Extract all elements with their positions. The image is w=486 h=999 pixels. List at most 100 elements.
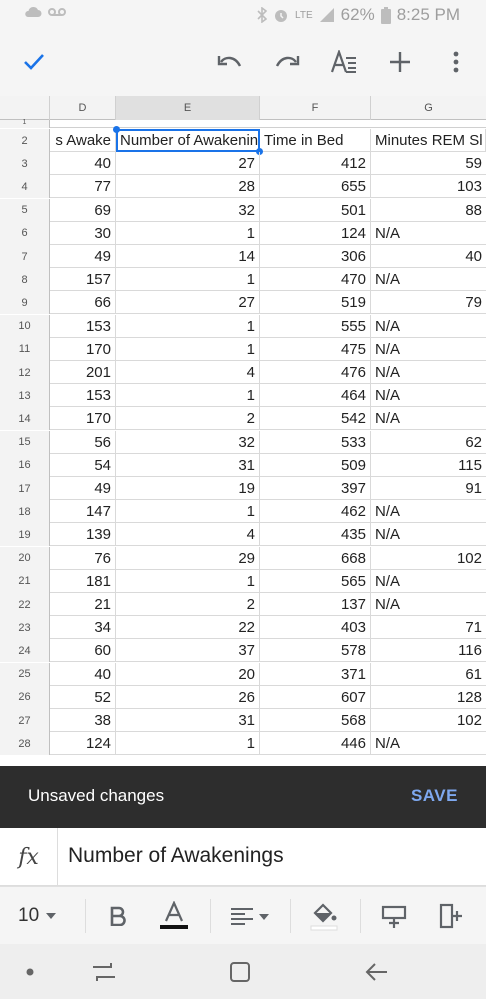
check-icon[interactable] [16, 44, 52, 80]
cell-f[interactable]: 501 [260, 198, 371, 222]
cell-g[interactable]: N/A [371, 732, 486, 755]
row-header[interactable]: 11 [0, 337, 50, 361]
row-header[interactable]: 9 [0, 291, 50, 315]
cell-f[interactable]: 462 [260, 500, 371, 524]
cell-g[interactable]: 103 [371, 175, 486, 198]
cell-d[interactable]: 52 [50, 685, 116, 709]
row-header[interactable]: 3 [0, 152, 50, 176]
row-header[interactable]: 7 [0, 245, 50, 268]
cell-g[interactable]: 115 [371, 454, 486, 477]
header-cell-f[interactable]: Time in Bed [260, 129, 371, 152]
cell-e[interactable]: 2 [116, 593, 260, 616]
cell-g[interactable]: N/A [371, 222, 486, 245]
cell-d[interactable]: 170 [50, 337, 116, 361]
row-header[interactable]: 23 [0, 616, 50, 640]
cell-e[interactable]: 4 [116, 361, 260, 384]
header-cell-g[interactable]: Minutes REM Sl [371, 129, 486, 152]
formula-input[interactable]: Number of Awakenings [68, 844, 284, 868]
row-header[interactable]: 6 [0, 221, 50, 245]
cell-f[interactable]: 464 [260, 384, 371, 408]
spreadsheet-grid[interactable]: D E F G 1 2s Awake Number of Awakening Tim… [0, 96, 486, 766]
cell-g[interactable]: N/A [371, 500, 486, 523]
cell-f[interactable]: 306 [260, 245, 371, 268]
cell-f[interactable]: 403 [260, 616, 371, 640]
cell-f[interactable]: 542 [260, 407, 371, 431]
cell-e[interactable]: 26 [116, 685, 260, 709]
cell-e[interactable]: 4 [116, 523, 260, 547]
cell-e[interactable]: 28 [116, 175, 260, 199]
cell-g[interactable]: 61 [371, 663, 486, 686]
text-format-icon[interactable] [326, 44, 362, 80]
cell-f[interactable]: 519 [260, 291, 371, 315]
cell-f[interactable]: 397 [260, 477, 371, 500]
cell-e[interactable]: 27 [116, 152, 260, 176]
cell-g[interactable]: N/A [371, 523, 486, 546]
cell-g[interactable]: 62 [371, 431, 486, 454]
cell-e[interactable]: 14 [116, 245, 260, 268]
cell-d[interactable]: 170 [50, 407, 116, 431]
row-header[interactable]: 2 [0, 129, 50, 152]
cell-f[interactable]: 568 [260, 709, 371, 732]
cell-d[interactable]: 40 [50, 152, 116, 176]
cell-e[interactable]: 37 [116, 639, 260, 663]
column-header-g[interactable]: G [371, 96, 486, 120]
row-header[interactable]: 19 [0, 523, 50, 547]
row-header[interactable]: 5 [0, 198, 50, 222]
header-cell-d[interactable]: s Awake [50, 129, 116, 152]
cell-f[interactable]: 655 [260, 175, 371, 199]
cell-g[interactable]: 102 [371, 709, 486, 732]
cell-g[interactable]: 128 [371, 686, 486, 709]
cell-g[interactable]: 91 [371, 477, 486, 500]
cell-e[interactable]: 1 [116, 732, 260, 756]
cell-e[interactable]: 22 [116, 616, 260, 640]
row-header[interactable]: 22 [0, 593, 50, 616]
row-header[interactable]: 10 [0, 314, 50, 338]
cell-d[interactable]: 124 [50, 732, 116, 756]
cell-f[interactable]: 446 [260, 732, 371, 756]
cell-d[interactable]: 34 [50, 616, 116, 640]
back-icon[interactable] [358, 954, 394, 990]
row-header[interactable]: 15 [0, 430, 50, 454]
text-color-icon[interactable] [154, 898, 194, 934]
cell-f[interactable]: 476 [260, 361, 371, 384]
cell-d[interactable]: 139 [50, 523, 116, 547]
cell-d[interactable]: 56 [50, 430, 116, 454]
cell-e[interactable]: 1 [116, 268, 260, 292]
save-button[interactable]: SAVE [411, 786, 458, 806]
cell-e[interactable]: 32 [116, 430, 260, 454]
font-size-select[interactable]: 10 [18, 898, 68, 934]
cell-e[interactable]: 32 [116, 198, 260, 222]
cell-g[interactable]: N/A [371, 338, 486, 361]
redo-icon[interactable] [269, 44, 305, 80]
column-header-e[interactable]: E [116, 96, 260, 120]
align-icon[interactable] [228, 898, 272, 934]
cell-d[interactable]: 30 [50, 221, 116, 245]
more-vert-icon[interactable] [438, 44, 474, 80]
row-header[interactable]: 21 [0, 569, 50, 593]
cell-e[interactable]: 31 [116, 453, 260, 477]
cell-d[interactable]: 54 [50, 453, 116, 477]
insert-row-icon[interactable] [376, 898, 412, 934]
cell-d[interactable]: 181 [50, 569, 116, 593]
cell-f[interactable]: 668 [260, 546, 371, 570]
cell-d[interactable]: 66 [50, 291, 116, 315]
cell-f[interactable]: 475 [260, 337, 371, 361]
cell-e[interactable]: 31 [116, 709, 260, 732]
row-header[interactable]: 1 [0, 119, 50, 128]
cell-g[interactable]: 102 [371, 547, 486, 570]
cell-d[interactable]: 77 [50, 175, 116, 199]
row-header[interactable]: 14 [0, 407, 50, 431]
cell-g[interactable]: 71 [371, 616, 486, 639]
cell-d[interactable]: 38 [50, 709, 116, 732]
cell-g[interactable]: 88 [371, 199, 486, 222]
cell-f[interactable]: 578 [260, 639, 371, 663]
cell-e[interactable]: 29 [116, 546, 260, 570]
cell-f[interactable]: 435 [260, 523, 371, 547]
cell-f[interactable]: 470 [260, 268, 371, 292]
cell-f[interactable]: 137 [260, 593, 371, 616]
row-header[interactable]: 17 [0, 477, 50, 500]
column-header-d[interactable]: D [50, 96, 116, 120]
cell-d[interactable]: 21 [50, 593, 116, 616]
cell-f[interactable]: 533 [260, 430, 371, 454]
add-icon[interactable] [382, 44, 418, 80]
